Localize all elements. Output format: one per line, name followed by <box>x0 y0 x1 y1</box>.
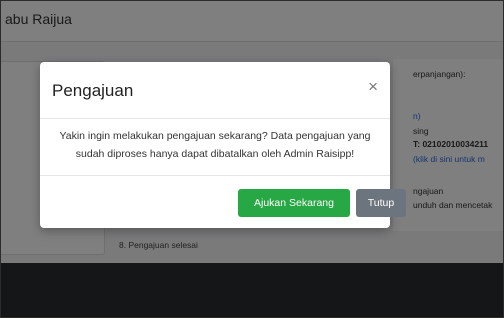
modal-message: Yakin ingin melakukan pengajuan sekarang… <box>59 130 371 160</box>
ajukan-sekarang-button[interactable]: Ajukan Sekarang <box>238 189 350 217</box>
modal-title: Pengajuan <box>52 81 134 100</box>
tutup-button[interactable]: Tutup <box>356 189 406 217</box>
modal-header: Pengajuan × <box>40 62 390 119</box>
modal-footer: Ajukan Sekarang Tutup <box>40 175 406 228</box>
close-icon[interactable]: × <box>368 78 378 95</box>
pengajuan-modal: Pengajuan × Yakin ingin melakukan pengaj… <box>40 62 406 228</box>
app-frame: abu Raijua erpanjangan): n) sing T: 0210… <box>0 0 504 318</box>
